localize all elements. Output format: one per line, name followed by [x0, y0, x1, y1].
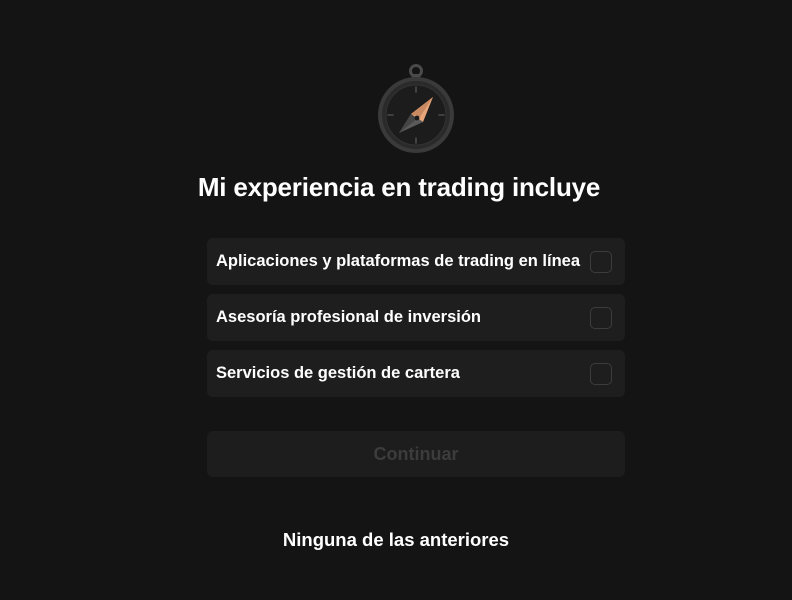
checkbox[interactable]: [590, 306, 612, 329]
onboarding-screen: Mi experiencia en trading incluye Aplica…: [0, 0, 792, 600]
option-label: Asesoría profesional de inversión: [216, 308, 481, 326]
checkbox[interactable]: [590, 362, 612, 385]
options-list: Aplicaciones y plataformas de trading en…: [207, 238, 625, 406]
option-portfolio-management-services[interactable]: Servicios de gestión de cartera: [207, 350, 625, 397]
option-label: Aplicaciones y plataformas de trading en…: [216, 252, 581, 270]
option-professional-investment-advice[interactable]: Asesoría profesional de inversión: [207, 294, 625, 341]
continue-button[interactable]: Continuar: [207, 431, 625, 477]
compass-icon: [378, 64, 454, 153]
none-of-the-above-link[interactable]: Ninguna de las anteriores: [0, 529, 792, 551]
page-title: Mi experiencia en trading incluye: [197, 172, 601, 202]
checkbox[interactable]: [590, 250, 612, 273]
option-online-trading-platforms[interactable]: Aplicaciones y plataformas de trading en…: [207, 238, 625, 285]
option-label: Servicios de gestión de cartera: [216, 364, 460, 382]
